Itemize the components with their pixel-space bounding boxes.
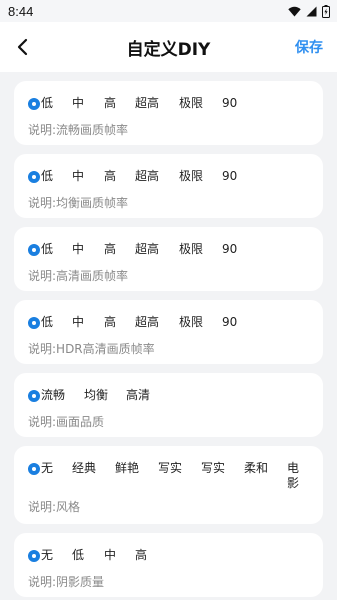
option-row: 无 经典 鲜艳 写实 写实 柔和 电影 [28,461,313,491]
radio-selected-icon [28,389,40,402]
option-low[interactable]: 低 [72,548,104,563]
back-button[interactable] [10,34,36,60]
option-realistic[interactable]: 写实 [158,461,201,476]
status-time: 8:44 [8,3,34,19]
option-low[interactable]: 低 [28,96,72,111]
option-fluent[interactable]: 流畅 [28,388,84,403]
option-ultra[interactable]: 超高 [135,169,179,184]
setting-card-hdr-framerate: 低 中 高 超高 极限 90 说明:HDR高清画质帧率 [14,300,323,364]
option-90[interactable]: 90 [222,96,237,111]
card-description: 说明:阴影质量 [28,575,105,589]
card-description: 说明:画面品质 [28,415,105,429]
radio-selected-icon [28,243,40,256]
option-row: 低 中 高 超高 极限 90 [28,169,313,184]
option-mid[interactable]: 中 [104,548,135,563]
battery-icon [322,4,330,18]
option-hd[interactable]: 高清 [126,388,150,403]
option-row: 低 中 高 超高 极限 90 [28,315,313,330]
option-realistic-2[interactable]: 写实 [201,461,244,476]
option-ultra[interactable]: 超高 [135,96,179,111]
option-row: 低 中 高 超高 极限 90 [28,242,313,257]
option-ultra[interactable]: 超高 [135,315,179,330]
option-high[interactable]: 高 [104,242,135,257]
option-extreme[interactable]: 极限 [179,169,222,184]
option-high[interactable]: 高 [104,315,135,330]
radio-selected-icon [28,97,40,110]
option-low[interactable]: 低 [28,169,72,184]
nav-bar: 自定义DIY 保存 [0,22,337,72]
card-description: 说明:均衡画质帧率 [28,196,129,210]
setting-card-balanced-framerate: 低 中 高 超高 极限 90 说明:均衡画质帧率 [14,154,323,218]
option-90[interactable]: 90 [222,315,237,330]
option-none[interactable]: 无 [28,548,72,563]
option-none[interactable]: 无 [28,461,72,476]
option-90[interactable]: 90 [222,242,237,257]
card-description: 说明:高清画质帧率 [28,269,129,283]
option-soft[interactable]: 柔和 [244,461,287,476]
option-extreme[interactable]: 极限 [179,315,222,330]
page-title: 自定义DIY [126,39,211,60]
option-ultra[interactable]: 超高 [135,242,179,257]
save-button[interactable]: 保存 [295,37,323,57]
setting-card-fluent-framerate: 低 中 高 超高 极限 90 说明:流畅画质帧率 [14,81,323,145]
option-high[interactable]: 高 [104,96,135,111]
option-high[interactable]: 高 [104,169,135,184]
setting-card-hd-framerate: 低 中 高 超高 极限 90 说明:高清画质帧率 [14,227,323,291]
option-high[interactable]: 高 [135,548,147,563]
radio-selected-icon [28,549,40,562]
option-low[interactable]: 低 [28,315,72,330]
option-mid[interactable]: 中 [72,242,104,257]
card-description: 说明:风格 [28,500,81,514]
setting-card-picture-quality: 流畅 均衡 高清 说明:画面品质 [14,373,323,437]
option-low[interactable]: 低 [28,242,72,257]
card-description: 说明:流畅画质帧率 [28,123,129,137]
option-balanced[interactable]: 均衡 [84,388,126,403]
back-arrow-icon [17,38,28,56]
option-mid[interactable]: 中 [72,169,104,184]
option-extreme[interactable]: 极限 [179,242,222,257]
option-90[interactable]: 90 [222,169,237,184]
status-icons [288,4,330,18]
option-row: 低 中 高 超高 极限 90 [28,96,313,111]
option-mid[interactable]: 中 [72,96,104,111]
card-description: 说明:HDR高清画质帧率 [28,342,155,356]
option-film[interactable]: 电影 [287,461,299,491]
setting-card-shadow-quality: 无 低 中 高 说明:阴影质量 [14,533,323,597]
wifi-icon [288,6,301,16]
setting-card-style: 无 经典 鲜艳 写实 写实 柔和 电影 说明:风格 [14,446,323,524]
status-bar: 8:44 [0,0,337,22]
option-row: 流畅 均衡 高清 [28,388,313,403]
option-row: 无 低 中 高 [28,548,313,563]
option-extreme[interactable]: 极限 [179,96,222,111]
signal-icon [306,6,317,16]
option-vivid[interactable]: 鲜艳 [115,461,158,476]
option-mid[interactable]: 中 [72,315,104,330]
radio-selected-icon [28,316,40,329]
radio-selected-icon [28,170,40,183]
radio-selected-icon [28,462,40,475]
option-classic[interactable]: 经典 [72,461,115,476]
